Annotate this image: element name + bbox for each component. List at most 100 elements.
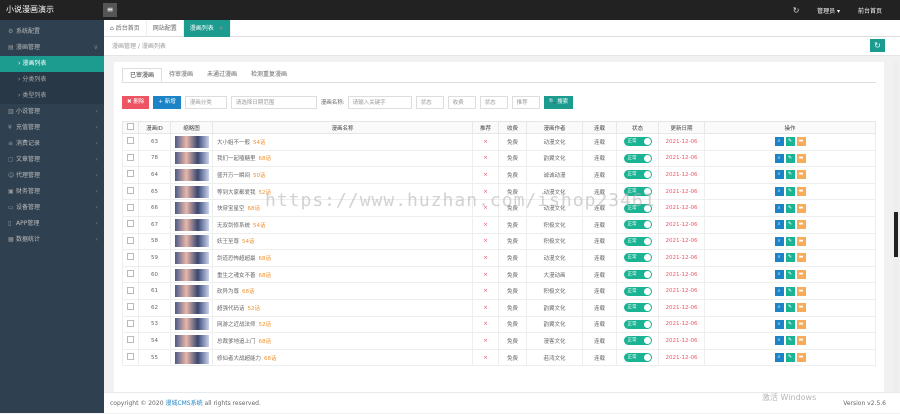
edit-icon[interactable]: ✎ [785,353,795,363]
row-checkbox[interactable] [122,166,139,184]
keyword-input[interactable]: 请输入关键字 [347,95,412,109]
state-select[interactable]: 状态 [479,95,508,109]
delete-icon[interactable]: ▬ [796,319,806,329]
delete-icon[interactable]: ▬ [796,203,806,213]
delete-icon[interactable]: ▬ [796,187,806,197]
sidebar-item-novel[interactable]: ▥ 小说管理 ‹ [0,104,104,120]
sidebar-item-consume[interactable]: ≡ 消费记录 ‹ [0,136,104,152]
row-checkbox[interactable] [122,133,139,151]
sidebar-item-finance[interactable]: ▣ 财务管理 ‹ [0,184,104,200]
status-toggle[interactable]: 正常 [623,253,652,263]
row-checkbox[interactable] [122,298,139,317]
sidebar-item-app[interactable]: ▯ APP管理 ‹ [0,216,104,232]
edit-icon[interactable]: ✎ [785,270,795,280]
tab-pending[interactable]: 待审漫画 [162,68,200,82]
edit-icon[interactable]: ✎ [785,236,795,246]
sidebar-item-comic-list[interactable]: › 漫画列表 [0,56,104,72]
delete-icon[interactable]: ▬ [796,170,806,180]
view-icon[interactable]: ⌕ [774,236,784,246]
edit-icon[interactable]: ✎ [785,303,795,313]
sidebar-item-article[interactable]: ▢ 文章管理 ‹ [0,152,104,168]
view-icon[interactable]: ⌕ [774,137,784,147]
delete-icon[interactable]: ▬ [796,353,806,363]
view-icon[interactable]: ⌕ [774,353,784,363]
view-icon[interactable]: ⌕ [774,303,784,313]
recommend-select[interactable]: 推荐 [511,95,540,109]
refresh-icon[interactable]: ↻ [789,6,803,15]
select-all-checkbox[interactable] [122,121,139,134]
footer-link[interactable]: 漫城CMS系统 [165,400,202,407]
edit-icon[interactable]: ✎ [785,220,795,230]
user-menu[interactable]: 管理员 ▾ [817,6,840,15]
status-toggle[interactable]: 正常 [623,170,652,180]
edit-icon[interactable]: ✎ [785,170,795,180]
delete-button[interactable]: ✖ 删除 [122,95,150,109]
refresh-button[interactable]: ↻ [870,39,885,52]
status-toggle[interactable]: 正常 [623,336,652,346]
delete-icon[interactable]: ▬ [796,270,806,280]
row-checkbox[interactable] [122,249,139,267]
edit-icon[interactable]: ✎ [785,187,795,197]
edit-icon[interactable]: ✎ [785,286,795,296]
view-icon[interactable]: ⌕ [774,153,784,163]
delete-icon[interactable]: ▬ [796,220,806,230]
row-checkbox[interactable] [122,282,139,300]
row-checkbox[interactable] [122,332,139,350]
status-toggle[interactable]: 正常 [623,220,652,230]
tab-duplicates[interactable]: 检测重复漫画 [244,68,294,82]
delete-icon[interactable]: ▬ [796,253,806,263]
delete-icon[interactable]: ▬ [796,153,806,163]
status-toggle[interactable]: 正常 [623,236,652,246]
edit-icon[interactable]: ✎ [785,203,795,213]
fee-select[interactable]: 收费 [447,95,476,109]
edit-icon[interactable]: ✎ [785,319,795,329]
status-toggle[interactable]: 正常 [623,319,652,329]
home-link[interactable]: 前台首页 [858,6,882,15]
status-select[interactable]: 状态 [415,95,444,109]
row-checkbox[interactable] [122,315,139,334]
delete-icon[interactable]: ▬ [796,303,806,313]
view-icon[interactable]: ⌕ [774,187,784,197]
menu-toggle-icon[interactable]: ≡ [103,3,117,17]
sidebar-item-system[interactable]: ⚙ 系统配置 [0,24,104,40]
row-checkbox[interactable] [122,215,139,234]
edit-icon[interactable]: ✎ [785,137,795,147]
sidebar-item-agent[interactable]: ☺ 代理管理 ‹ [0,168,104,184]
date-range-input[interactable]: 请选择日期范围 [230,95,317,109]
status-toggle[interactable]: 正常 [623,153,652,163]
delete-icon[interactable]: ▬ [796,336,806,346]
close-icon[interactable]: × [219,25,224,32]
status-toggle[interactable]: 正常 [623,270,652,280]
add-button[interactable]: + 新增 [153,95,181,109]
view-icon[interactable]: ⌕ [774,319,784,329]
edit-icon[interactable]: ✎ [785,336,795,346]
tab-site-config[interactable]: 网站配置 [147,20,184,37]
tab-home[interactable]: ⌂ 后台首页 [104,20,147,37]
status-toggle[interactable]: 正常 [623,137,652,147]
row-checkbox[interactable] [122,265,139,284]
search-button[interactable]: 🔍 搜索 [543,95,574,109]
sidebar-item-stats[interactable]: ▦ 数据统计 ‹ [0,232,104,248]
sidebar-item-comic[interactable]: ▤ 漫画管理 ∨ [0,40,104,56]
status-toggle[interactable]: 正常 [623,303,652,313]
tab-rejected[interactable]: 未通过漫画 [200,68,244,82]
status-toggle[interactable]: 正常 [623,286,652,296]
sidebar-item-category-list[interactable]: › 分类列表 [0,72,104,88]
view-icon[interactable]: ⌕ [774,170,784,180]
sidebar-item-type-list[interactable]: › 类型列表 [0,88,104,104]
delete-icon[interactable]: ▬ [796,236,806,246]
edit-icon[interactable]: ✎ [785,253,795,263]
sidebar-item-recharge[interactable]: ¥ 充值管理 ‹ [0,120,104,136]
view-icon[interactable]: ⌕ [774,203,784,213]
row-checkbox[interactable] [122,182,139,201]
view-icon[interactable]: ⌕ [774,270,784,280]
tab-approved[interactable]: 已审漫画 [122,68,163,82]
edit-icon[interactable]: ✎ [785,153,795,163]
sidebar-item-device[interactable]: ▭ 设备管理 ‹ [0,200,104,216]
row-checkbox[interactable] [122,199,139,217]
delete-icon[interactable]: ▬ [796,286,806,296]
category-select[interactable]: 漫画分类 [184,95,227,109]
tab-comic-list[interactable]: 漫画列表 × [183,20,231,37]
scrollbar[interactable] [893,62,899,392]
view-icon[interactable]: ⌕ [774,336,784,346]
